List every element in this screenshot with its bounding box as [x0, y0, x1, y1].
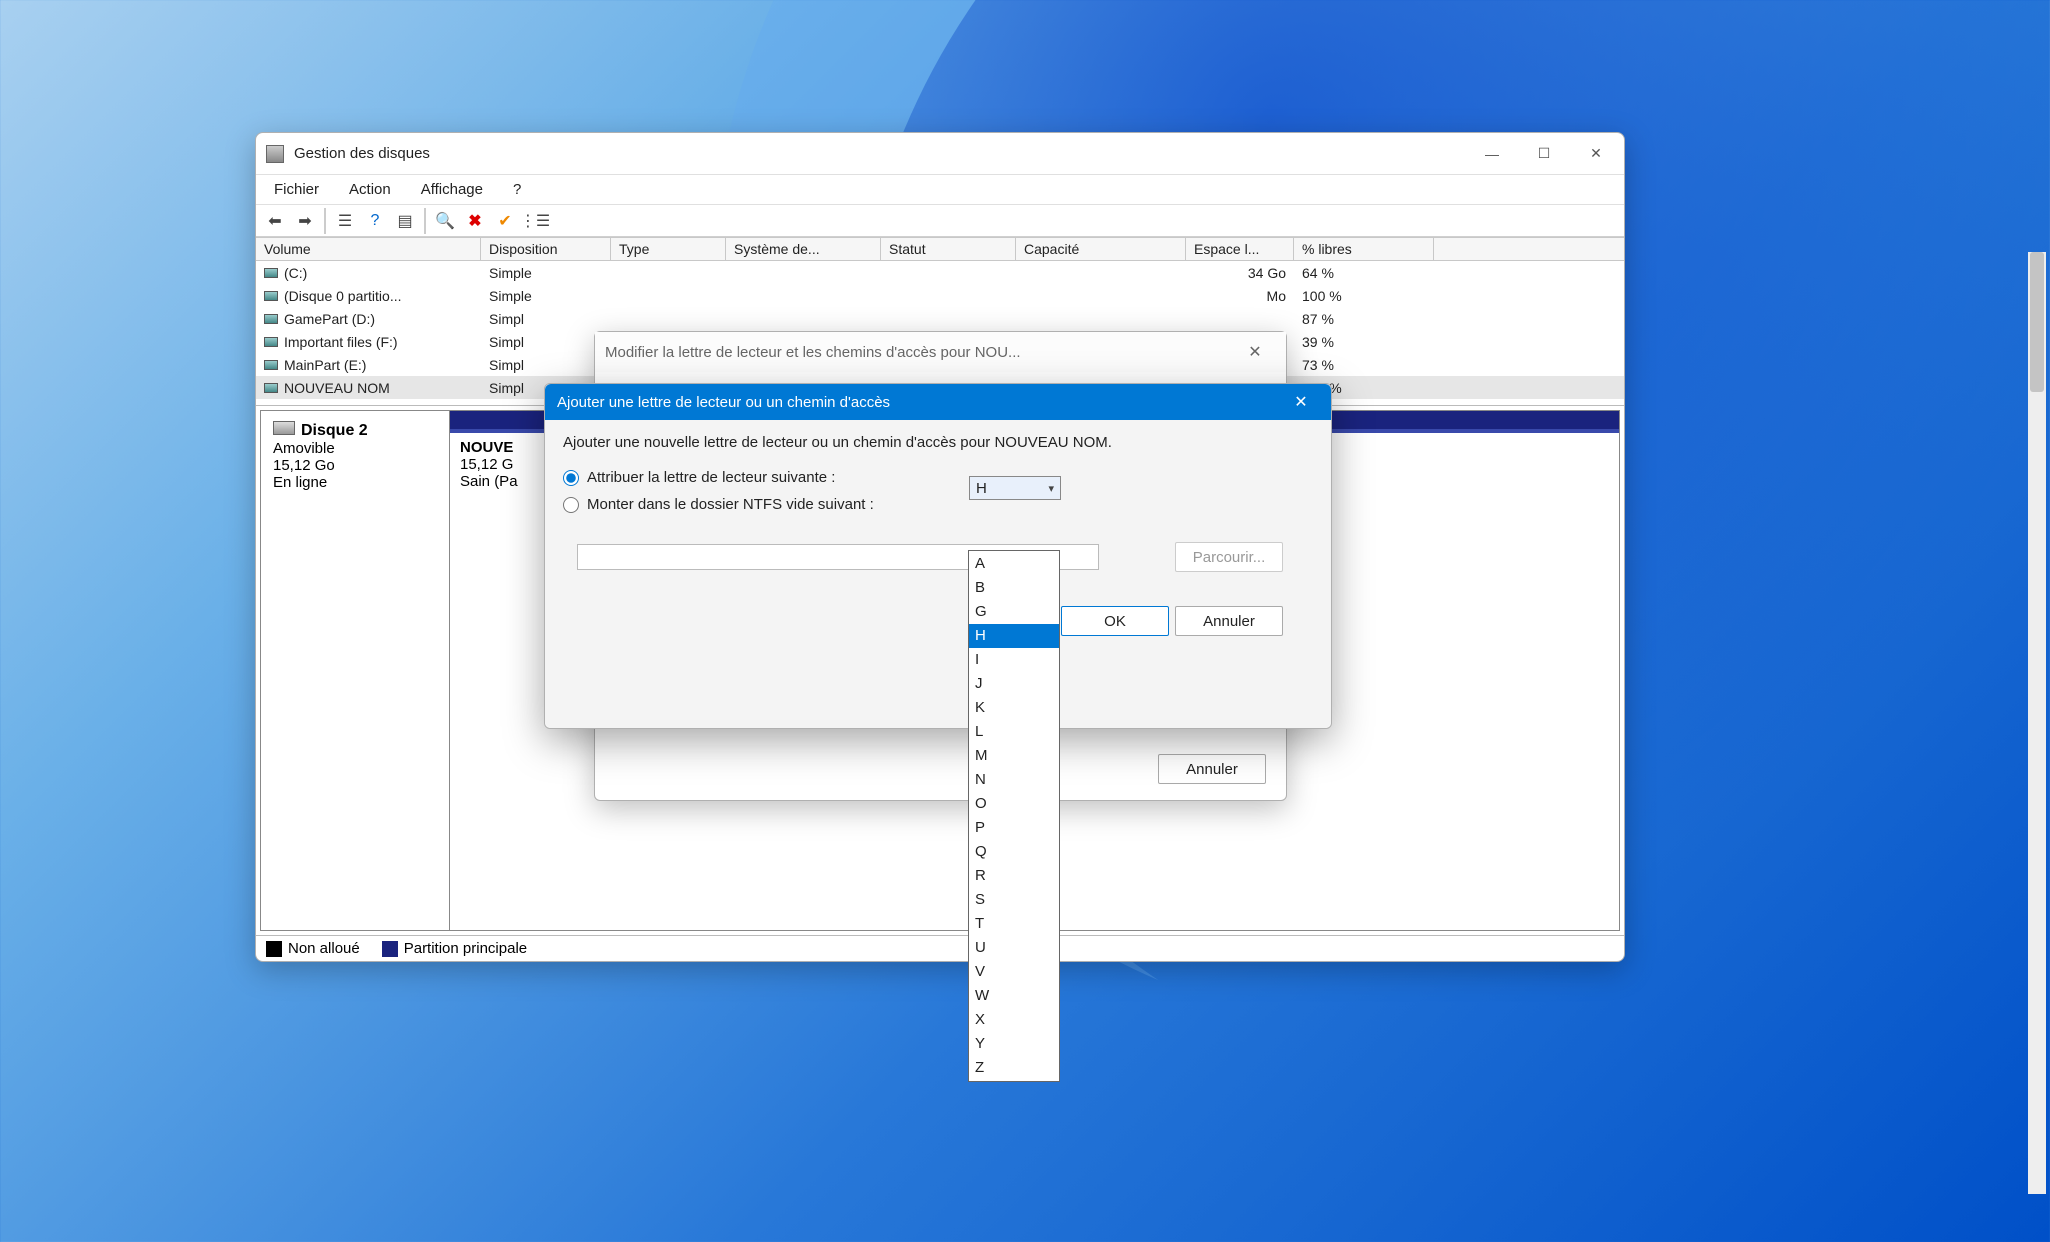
- drive-letter-option[interactable]: A: [969, 552, 1059, 576]
- drive-letter-value: H: [976, 480, 987, 497]
- drive-letter-option[interactable]: R: [969, 864, 1059, 888]
- check-button[interactable]: ✔: [492, 208, 518, 234]
- close-icon[interactable]: ✕: [1234, 334, 1276, 370]
- table-row[interactable]: (Disque 0 partitio...SimpleMo100 %: [256, 284, 1624, 307]
- drive-letter-option[interactable]: Y: [969, 1032, 1059, 1056]
- mount-folder-label: Monter dans le dossier NTFS vide suivant…: [587, 496, 874, 513]
- menu-action[interactable]: Action: [345, 179, 395, 200]
- assign-letter-label: Attribuer la lettre de lecteur suivante …: [587, 469, 835, 486]
- close-button[interactable]: ✕: [1570, 134, 1622, 174]
- drive-letter-option[interactable]: G: [969, 600, 1059, 624]
- drive-icon: [264, 360, 278, 370]
- drive-letter-option[interactable]: L: [969, 720, 1059, 744]
- dialog-title: Ajouter une lettre de lecteur ou un chem…: [557, 394, 890, 411]
- drive-letter-dropdown: ABGHIJKLMNOPQRSTUVWXYZ: [968, 550, 1060, 1082]
- assign-letter-radio[interactable]: [563, 470, 579, 486]
- disk-status: En ligne: [273, 474, 437, 491]
- refresh-button[interactable]: 🔍: [432, 208, 458, 234]
- delete-button[interactable]: ✖: [462, 208, 488, 234]
- menu-view[interactable]: Affichage: [417, 179, 487, 200]
- drive-icon: [264, 383, 278, 393]
- browse-button[interactable]: Parcourir...: [1175, 542, 1283, 572]
- legend-unallocated-label: Non alloué: [288, 940, 360, 957]
- disk-label[interactable]: Disque 2 Amovible 15,12 Go En ligne: [260, 410, 450, 931]
- add-letter-dialog: Ajouter une lettre de lecteur ou un chem…: [544, 383, 1332, 729]
- drive-letter-option[interactable]: V: [969, 960, 1059, 984]
- drive-letter-option[interactable]: B: [969, 576, 1059, 600]
- table-row[interactable]: (C:)Simple34 Go64 %: [256, 261, 1624, 284]
- col-volume[interactable]: Volume: [256, 238, 481, 260]
- view-detail-button[interactable]: ▤: [392, 208, 418, 234]
- view-list-button[interactable]: ☰: [332, 208, 358, 234]
- col-filesystem[interactable]: Système de...: [726, 238, 881, 260]
- dialog-subtitle: Ajouter une nouvelle lettre de lecteur o…: [563, 434, 1313, 451]
- dialog-title: Modifier la lettre de lecteur et les che…: [605, 344, 1021, 361]
- legend-unallocated-swatch: [266, 941, 282, 957]
- drive-letter-option[interactable]: X: [969, 1008, 1059, 1032]
- drive-letter-option[interactable]: J: [969, 672, 1059, 696]
- drive-icon: [264, 314, 278, 324]
- drive-letter-option[interactable]: Q: [969, 840, 1059, 864]
- col-type[interactable]: Type: [611, 238, 726, 260]
- toolbar: ⬅ ➡ ☰ ? ▤ 🔍 ✖ ✔ ⋮☰: [256, 205, 1624, 237]
- drive-letter-option[interactable]: S: [969, 888, 1059, 912]
- window-title: Gestion des disques: [294, 145, 1466, 162]
- app-icon: [266, 145, 284, 163]
- scrollbar-thumb[interactable]: [2030, 252, 2044, 392]
- legend-primary-label: Partition principale: [404, 940, 527, 957]
- separator: [324, 208, 326, 234]
- dialog-titlebar: Modifier la lettre de lecteur et les che…: [595, 332, 1286, 372]
- minimize-button[interactable]: —: [1466, 134, 1518, 174]
- back-button[interactable]: ⬅: [262, 208, 288, 234]
- col-pctfree[interactable]: % libres: [1294, 238, 1434, 260]
- maximize-button[interactable]: ☐: [1518, 134, 1570, 174]
- disk-name: Disque 2: [301, 422, 368, 439]
- col-capacity[interactable]: Capacité: [1016, 238, 1186, 260]
- dialog-titlebar: Ajouter une lettre de lecteur ou un chem…: [545, 384, 1331, 420]
- drive-icon: [264, 337, 278, 347]
- ok-button[interactable]: OK: [1061, 606, 1169, 636]
- drive-letter-combo[interactable]: H: [969, 476, 1061, 500]
- drive-letter-option[interactable]: M: [969, 744, 1059, 768]
- titlebar: Gestion des disques — ☐ ✕: [256, 133, 1624, 175]
- separator: [424, 208, 426, 234]
- drive-letter-option[interactable]: T: [969, 912, 1059, 936]
- mount-folder-radio[interactable]: [563, 497, 579, 513]
- drive-icon: [264, 291, 278, 301]
- disk-size: 15,12 Go: [273, 457, 437, 474]
- forward-button[interactable]: ➡: [292, 208, 318, 234]
- disk-removable: Amovible: [273, 440, 437, 457]
- legend-primary-swatch: [382, 941, 398, 957]
- menubar: Fichier Action Affichage ?: [256, 175, 1624, 205]
- drive-letter-option[interactable]: W: [969, 984, 1059, 1008]
- help-button[interactable]: ?: [362, 208, 388, 234]
- vertical-scrollbar[interactable]: [2028, 252, 2046, 1194]
- drive-icon: [264, 268, 278, 278]
- volume-table-header: Volume Disposition Type Système de... St…: [256, 237, 1624, 261]
- col-freespace[interactable]: Espace l...: [1186, 238, 1294, 260]
- cancel-button[interactable]: Annuler: [1158, 754, 1266, 784]
- drive-letter-option[interactable]: Z: [969, 1056, 1059, 1080]
- properties-button[interactable]: ⋮☰: [522, 208, 548, 234]
- drive-letter-option[interactable]: P: [969, 816, 1059, 840]
- col-disposition[interactable]: Disposition: [481, 238, 611, 260]
- col-status[interactable]: Statut: [881, 238, 1016, 260]
- drive-letter-option[interactable]: N: [969, 768, 1059, 792]
- drive-letter-option[interactable]: U: [969, 936, 1059, 960]
- close-icon[interactable]: ✕: [1283, 384, 1319, 420]
- drive-letter-option[interactable]: H: [969, 624, 1059, 648]
- cancel-button[interactable]: Annuler: [1175, 606, 1283, 636]
- legend: Non alloué Partition principale: [256, 935, 1624, 961]
- menu-file[interactable]: Fichier: [270, 179, 323, 200]
- table-row[interactable]: GamePart (D:)Simpl87 %: [256, 307, 1624, 330]
- menu-help[interactable]: ?: [509, 179, 525, 200]
- drive-letter-option[interactable]: K: [969, 696, 1059, 720]
- drive-letter-option[interactable]: I: [969, 648, 1059, 672]
- disk-icon: [273, 421, 295, 435]
- drive-letter-option[interactable]: O: [969, 792, 1059, 816]
